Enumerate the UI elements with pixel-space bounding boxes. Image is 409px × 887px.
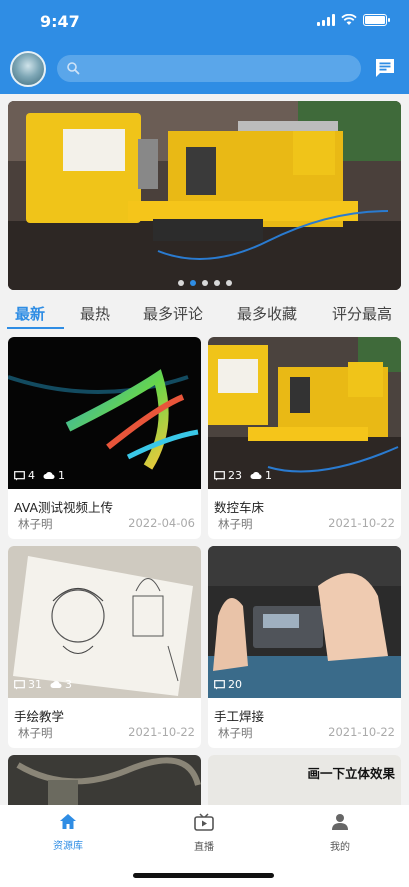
search-icon xyxy=(67,62,80,75)
cloud-download-icon xyxy=(50,680,62,688)
search-bar[interactable] xyxy=(57,55,361,82)
card-author: 林子明 xyxy=(18,517,53,531)
tab-underline xyxy=(7,327,64,329)
nav-label: 直播 xyxy=(194,842,214,853)
carousel-dots[interactable] xyxy=(8,280,401,286)
search-input[interactable] xyxy=(85,55,355,82)
tab-most-favorites[interactable]: 最多收藏 xyxy=(237,303,297,324)
video-stats: 31 3 xyxy=(14,678,72,691)
sort-tabs: 最新 最热 最多评论 最多收藏 评分最高 xyxy=(0,296,409,330)
app-header: 9:47 xyxy=(0,0,409,94)
video-card[interactable]: 23 1 数控车床 林子明 2021-10-22 xyxy=(208,337,401,539)
card-title: AVA测试视频上传 xyxy=(14,500,114,515)
card-author: 林子明 xyxy=(218,517,253,531)
nav-label: 资源库 xyxy=(53,841,83,852)
comment-icon xyxy=(14,470,25,481)
comment-count: 23 xyxy=(228,469,242,482)
tab-latest[interactable]: 最新 xyxy=(15,303,45,324)
card-author: 林子明 xyxy=(18,726,53,740)
banner-image xyxy=(8,101,401,290)
comment-count: 4 xyxy=(28,469,35,482)
card-date: 2022-04-06 xyxy=(128,516,195,530)
video-thumbnail xyxy=(8,337,201,489)
thumbnail-caption: 画一下立体效果 xyxy=(307,766,395,781)
home-indicator xyxy=(133,873,274,878)
cloud-download-icon xyxy=(250,471,262,479)
video-thumbnail xyxy=(208,546,401,698)
tv-icon xyxy=(194,813,214,831)
video-card[interactable]: 31 3 手绘教学 林子明 2021-10-22 xyxy=(8,546,201,748)
message-icon[interactable] xyxy=(374,57,396,79)
home-icon xyxy=(60,814,76,829)
video-thumbnail xyxy=(8,546,201,698)
video-card[interactable]: 20 手工焊接 林子明 2021-10-22 xyxy=(208,546,401,748)
comment-icon xyxy=(214,470,225,481)
banner-carousel[interactable] xyxy=(8,101,401,290)
card-title: 数控车床 xyxy=(214,500,265,515)
comment-icon xyxy=(214,679,225,690)
video-card[interactable]: 4 1 AVA测试视频上传 林子明 2022-04-06 xyxy=(8,337,201,539)
tab-hottest[interactable]: 最热 xyxy=(80,303,110,324)
cloud-download-icon xyxy=(43,471,55,479)
battery-icon xyxy=(363,14,390,26)
comment-count: 20 xyxy=(228,678,242,691)
nav-label: 我的 xyxy=(330,842,350,853)
tab-most-comments[interactable]: 最多评论 xyxy=(143,303,203,324)
download-count: 1 xyxy=(58,469,65,482)
video-stats: 23 1 xyxy=(214,469,272,482)
download-count: 3 xyxy=(65,678,72,691)
nav-mine[interactable]: 我的 xyxy=(310,813,370,853)
card-date: 2021-10-22 xyxy=(128,725,195,739)
nav-live[interactable]: 直播 xyxy=(174,813,234,853)
video-stats: 20 xyxy=(214,678,242,691)
video-card[interactable]: 画一下立体效果 xyxy=(208,755,401,805)
comment-icon xyxy=(14,679,25,690)
person-icon xyxy=(332,814,348,830)
video-thumbnail xyxy=(8,755,201,805)
card-title: 手工焊接 xyxy=(214,709,265,724)
nav-resource-library[interactable]: 资源库 xyxy=(38,813,98,852)
video-thumbnail xyxy=(208,337,401,489)
status-time: 9:47 xyxy=(40,12,80,31)
comment-count: 31 xyxy=(28,678,42,691)
status-icons xyxy=(317,14,390,26)
card-title: 手绘教学 xyxy=(14,709,65,724)
wifi-icon xyxy=(341,14,357,25)
video-card[interactable] xyxy=(8,755,201,805)
card-date: 2021-10-22 xyxy=(328,516,395,530)
download-count: 1 xyxy=(265,469,272,482)
tab-top-rated[interactable]: 评分最高 xyxy=(332,303,392,324)
video-stats: 4 1 xyxy=(14,469,65,482)
avatar[interactable] xyxy=(10,51,46,87)
card-author: 林子明 xyxy=(218,726,253,740)
signal-icon xyxy=(317,14,335,26)
card-date: 2021-10-22 xyxy=(328,725,395,739)
